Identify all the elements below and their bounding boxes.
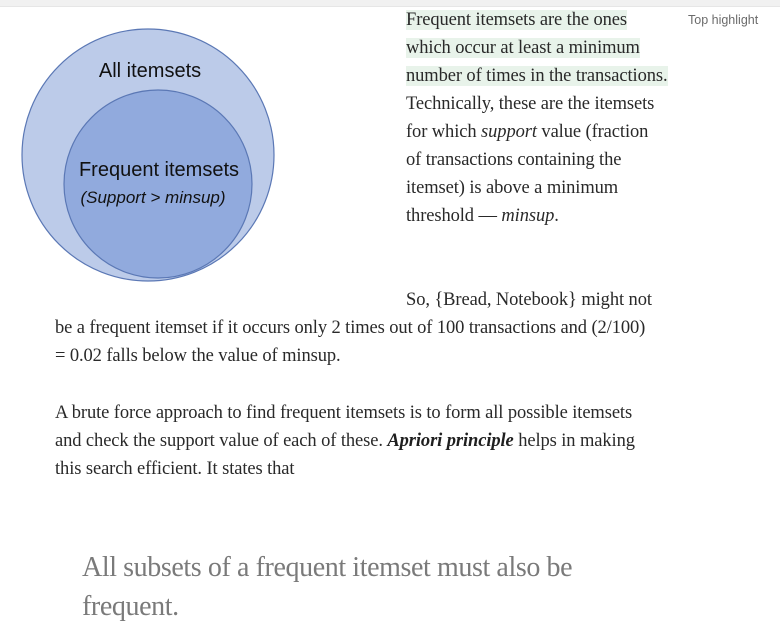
- definition-paragraph: Frequent itemsets are the ones which occ…: [406, 6, 668, 230]
- support-condition-label: (Support > minsup): [80, 188, 225, 207]
- venn-diagram: All itemsets Frequent itemsets (Support …: [21, 28, 275, 282]
- minsup-term: minsup: [501, 206, 555, 226]
- apriori-principle-term: Apriori principle: [387, 431, 514, 451]
- example-paragraph: So, {Bread, Notebook} might not be a fre…: [55, 286, 660, 370]
- apriori-paragraph: A brute force approach to find frequent …: [55, 399, 660, 483]
- support-term: support: [481, 122, 537, 142]
- all-itemsets-label: All itemsets: [99, 60, 201, 82]
- frequent-itemsets-circle: [63, 89, 253, 279]
- highlighted-sentence[interactable]: Frequent itemsets are the ones which occ…: [406, 10, 668, 86]
- top-highlight-label[interactable]: Top highlight: [688, 13, 758, 27]
- text-run: .: [554, 206, 559, 226]
- frequent-itemsets-label: Frequent itemsets: [79, 159, 239, 181]
- example-text: So, {Bread, Notebook} might not be a fre…: [55, 290, 652, 366]
- pull-quote: All subsets of a frequent itemset must a…: [82, 552, 573, 622]
